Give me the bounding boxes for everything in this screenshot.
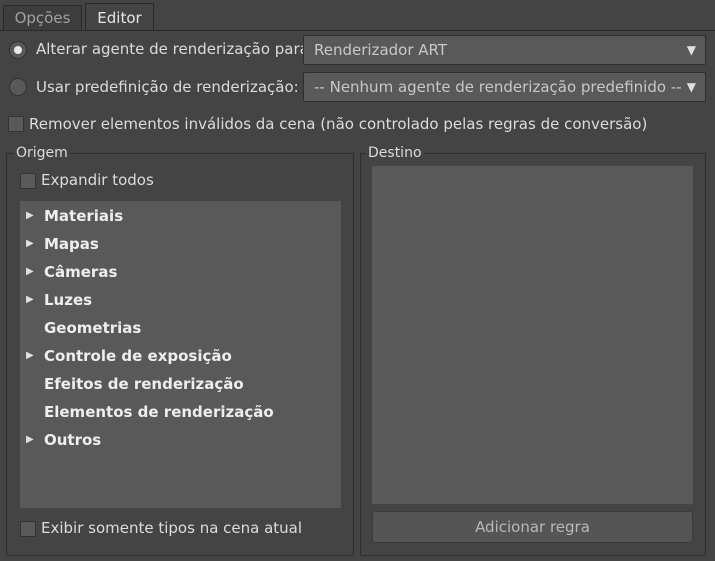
- expand-all-label: Expandir todos: [41, 171, 154, 189]
- triangle-right-icon[interactable]: ▶: [26, 286, 34, 314]
- tab-editor[interactable]: Editor: [85, 3, 154, 31]
- renderer-dropdown[interactable]: Renderizador ART ▼: [303, 35, 706, 65]
- show-only-label: Exibir somente tipos na cena atual: [41, 519, 303, 537]
- chevron-down-icon: ▼: [686, 80, 696, 94]
- renderer-radio[interactable]: [9, 41, 27, 59]
- remove-invalid-checkbox[interactable]: [8, 116, 24, 132]
- renderer-dropdown-value: Renderizador ART: [314, 41, 448, 59]
- renderer-radio-label: Alterar agente de renderização para:: [36, 40, 314, 58]
- tree-item-label: Materiais: [44, 207, 124, 225]
- add-rule-button[interactable]: Adicionar regra: [372, 511, 693, 543]
- tree-item-label: Efeitos de renderização: [44, 375, 244, 393]
- tab-editor-label: Editor: [97, 9, 142, 27]
- tree-item-label: Controle de exposição: [44, 347, 232, 365]
- tab-bar: Opções Editor: [0, 0, 715, 31]
- origin-tree: ▶ Materiais ▶ Mapas ▶ Câmeras ▶ Luzes Geomet…: [20, 201, 341, 508]
- preset-radio[interactable]: [9, 78, 27, 96]
- chevron-down-icon: ▼: [686, 43, 696, 57]
- tree-item-label: Mapas: [44, 235, 99, 253]
- triangle-right-icon[interactable]: ▶: [26, 258, 34, 286]
- preset-radio-label: Usar predefinição de renderização:: [36, 78, 299, 96]
- remove-invalid-label: Remover elementos inválidos da cena (não…: [29, 115, 648, 133]
- triangle-right-icon[interactable]: ▶: [26, 202, 34, 230]
- tab-options[interactable]: Opções: [3, 5, 82, 31]
- triangle-right-icon[interactable]: ▶: [26, 426, 34, 454]
- expand-all-checkbox[interactable]: [20, 173, 36, 189]
- destination-list[interactable]: [372, 166, 693, 504]
- show-only-checkbox[interactable]: [20, 521, 36, 537]
- tree-item-label: Câmeras: [44, 263, 118, 281]
- tab-options-label: Opções: [14, 9, 71, 27]
- tree-item-label: Geometrias: [44, 319, 142, 337]
- triangle-right-icon[interactable]: ▶: [26, 342, 34, 370]
- destination-title: Destino: [366, 145, 424, 161]
- preset-dropdown[interactable]: -- Nenhum agente de renderização predefi…: [303, 72, 706, 102]
- origin-title: Origem: [14, 145, 70, 161]
- tree-item-label: Elementos de renderização: [44, 403, 274, 421]
- tree-item-label: Outros: [44, 431, 102, 449]
- tree-item-label: Luzes: [44, 291, 93, 309]
- triangle-right-icon[interactable]: ▶: [26, 230, 34, 258]
- preset-dropdown-value: -- Nenhum agente de renderização predefi…: [314, 78, 682, 96]
